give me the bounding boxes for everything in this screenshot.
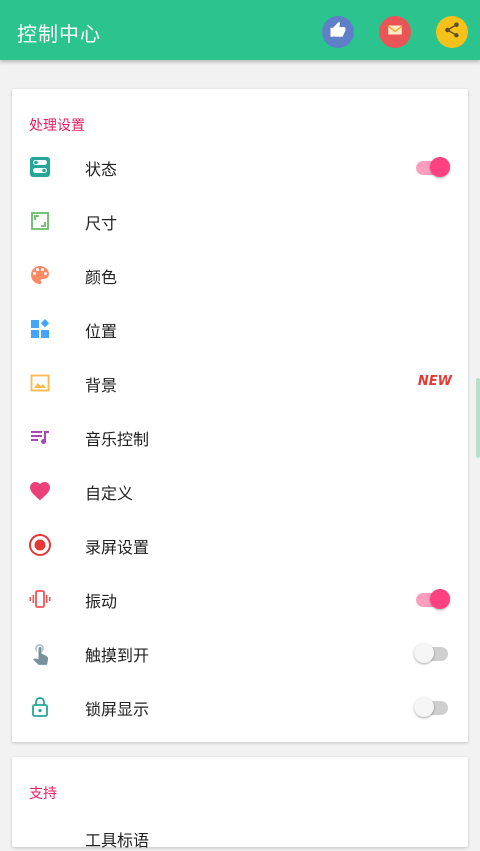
row-music-control[interactable]: 音乐控制 [12, 410, 468, 464]
scrollbar[interactable] [476, 378, 480, 458]
mail-button[interactable] [379, 16, 411, 48]
row-lockscreen-display[interactable]: 锁屏显示 [12, 680, 468, 734]
row-label: 音乐控制 [85, 430, 150, 449]
row-size[interactable]: 尺寸 [12, 194, 468, 248]
settings-card: 处理设置 状态 尺寸 颜色 位置 背景 NEW 音乐控制 自定义 录屏设置 振动… [12, 89, 468, 742]
support-card: 支持 工具标语 [12, 757, 468, 850]
lock-icon [28, 695, 52, 719]
touch-icon [28, 641, 52, 665]
app-bar: 控制中心 [0, 0, 480, 60]
vibration-icon [28, 587, 52, 611]
new-badge: NEW [417, 374, 452, 389]
row-label: 振动 [85, 592, 118, 611]
row-screen-record-settings[interactable]: 录屏设置 [12, 518, 468, 572]
share-icon [443, 21, 461, 43]
row-label: 位置 [85, 322, 118, 341]
section-header-processing: 处理设置 [29, 118, 85, 134]
row-label: 背景 [85, 376, 118, 395]
row-label: 录屏设置 [85, 538, 150, 557]
row-position[interactable]: 位置 [12, 302, 468, 356]
status-toggle-icon [28, 155, 52, 179]
row-label: 触摸到开 [85, 646, 150, 665]
mail-icon [386, 21, 404, 43]
row-label: 颜色 [85, 268, 118, 287]
heart-icon [28, 479, 52, 503]
palette-icon [28, 263, 52, 287]
row-label: 尺寸 [85, 214, 118, 233]
touch-to-open-toggle[interactable] [414, 643, 450, 663]
thumbs-up-icon [329, 21, 347, 43]
row-label: 锁屏显示 [85, 700, 150, 719]
share-button[interactable] [436, 16, 468, 48]
row-background[interactable]: 背景 NEW [12, 356, 468, 410]
row-label: 状态 [85, 160, 118, 179]
row-customize[interactable]: 自定义 [12, 464, 468, 518]
row-vibration[interactable]: 振动 [12, 572, 468, 626]
section-header-support: 支持 [29, 786, 57, 802]
row-color[interactable]: 颜色 [12, 248, 468, 302]
image-icon [28, 371, 52, 395]
size-icon [28, 209, 52, 233]
status-toggle[interactable] [414, 157, 450, 177]
support-row-label[interactable]: 工具标语 [85, 827, 149, 851]
like-button[interactable] [322, 16, 354, 48]
record-icon [28, 533, 52, 557]
position-widgets-icon [28, 317, 52, 341]
row-status[interactable]: 状态 [12, 140, 468, 194]
app-title: 控制中心 [17, 22, 101, 46]
lockscreen-display-toggle[interactable] [414, 697, 450, 717]
row-touch-to-open[interactable]: 触摸到开 [12, 626, 468, 680]
music-playlist-icon [28, 425, 52, 449]
vibration-toggle[interactable] [414, 589, 450, 609]
row-label: 自定义 [85, 484, 134, 503]
